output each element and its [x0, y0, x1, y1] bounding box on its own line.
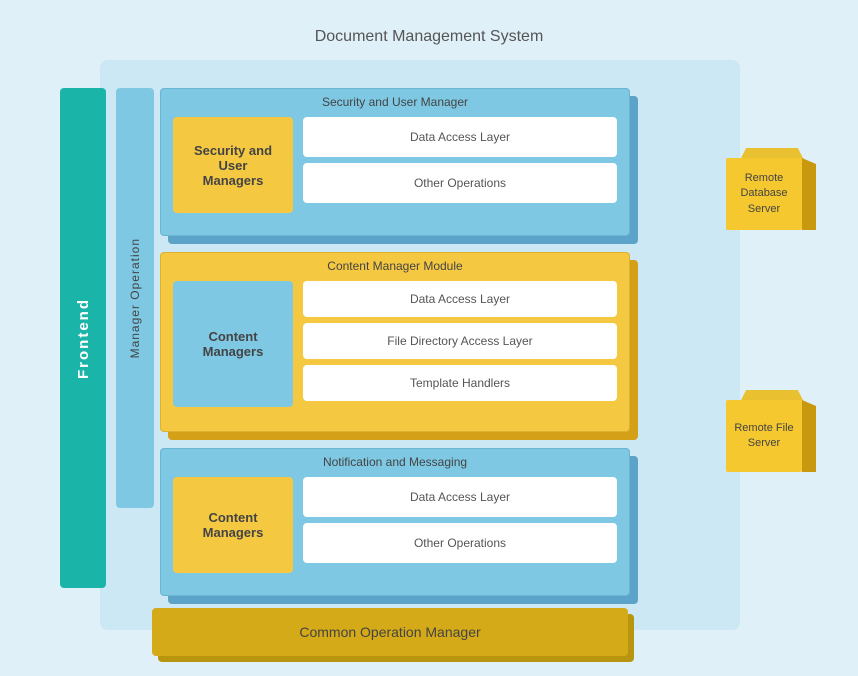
security-op-1: Data Access Layer [303, 117, 617, 157]
frontend-label: Frontend [75, 298, 92, 379]
notification-content: ContentManagers Data Access Layer Other … [161, 477, 629, 573]
file-cube-right [802, 400, 816, 472]
security-content: Security and UserManagers Data Access La… [161, 117, 629, 213]
manager-operation-bar: Manager Operation [116, 88, 154, 508]
security-op-2: Other Operations [303, 163, 617, 203]
db-cube-right [802, 158, 816, 230]
security-white-boxes: Data Access Layer Other Operations [303, 117, 617, 213]
db-cube-front: Remote Database Server [726, 158, 802, 230]
notification-white-boxes: Data Access Layer Other Operations [303, 477, 617, 573]
file-cube-front: Remote File Server [726, 400, 802, 472]
notification-yellow-box: ContentManagers [173, 477, 293, 573]
common-main: Common Operation Manager [152, 608, 628, 656]
security-yellow-box: Security and UserManagers [173, 117, 293, 213]
remote-db-wrapper: Remote Database Server [726, 148, 816, 243]
content-op-3: Template Handlers [303, 365, 617, 401]
content-op-2: File Directory Access Layer [303, 323, 617, 359]
security-title: Security and User Manager [161, 89, 629, 113]
notification-op-2: Other Operations [303, 523, 617, 563]
notification-main: Notification and Messaging ContentManage… [160, 448, 630, 596]
notification-title: Notification and Messaging [161, 449, 629, 473]
security-main: Security and User Manager Security and U… [160, 88, 630, 236]
content-content: ContentManagers Data Access Layer File D… [161, 281, 629, 407]
content-title: Content Manager Module [161, 253, 629, 277]
content-op-1: Data Access Layer [303, 281, 617, 317]
frontend-bar: Frontend [60, 88, 106, 588]
manager-operation-label: Manager Operation [128, 238, 142, 358]
content-main: Content Manager Module ContentManagers D… [160, 252, 630, 432]
diagram-title: Document Management System [315, 28, 544, 46]
main-container: Document Management System Frontend Mana… [0, 0, 858, 676]
remote-file-wrapper: Remote File Server [726, 390, 816, 485]
content-white-boxes: Data Access Layer File Directory Access … [303, 281, 617, 407]
common-label: Common Operation Manager [299, 624, 480, 640]
notification-op-1: Data Access Layer [303, 477, 617, 517]
content-blue-box: ContentManagers [173, 281, 293, 407]
